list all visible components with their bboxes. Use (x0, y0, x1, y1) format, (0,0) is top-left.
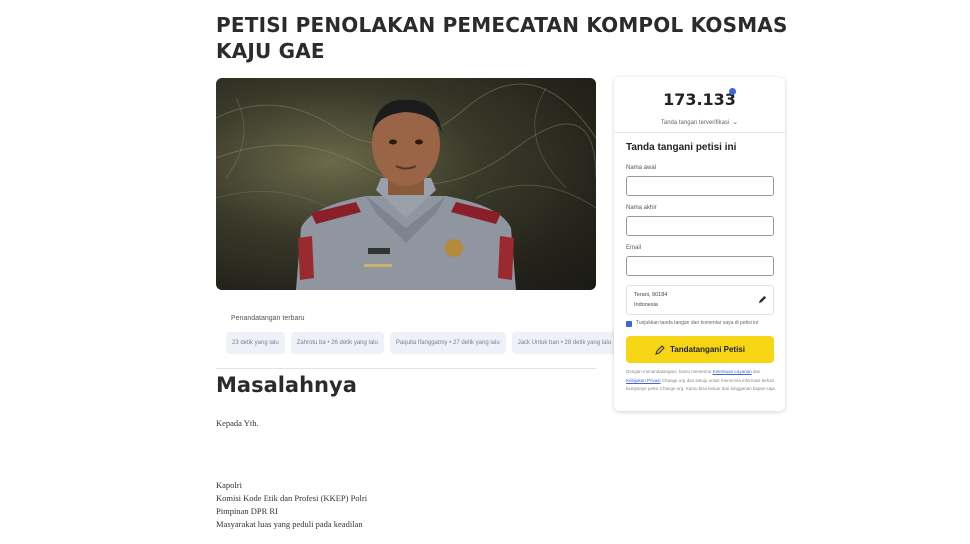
last-name-field[interactable] (626, 216, 774, 236)
sign-petition-button[interactable]: Tandatangani Petisi (626, 336, 774, 363)
pencil-icon[interactable] (758, 295, 767, 304)
signature-pen-icon (655, 344, 665, 355)
first-name-label: Nama awal (626, 165, 657, 171)
chevron-down-icon: ⌄ (732, 119, 739, 126)
verified-signatures-toggle[interactable]: Tanda tangan terverifikasi ⌄ (614, 118, 785, 126)
location-postal: Terarii, 90184 (634, 292, 668, 298)
recipient-line: Komisi Kode Etik dan Profesi (KKEP) Polr… (216, 493, 368, 503)
officer-portrait (216, 83, 596, 290)
recent-signers-list: 23 detik yang lalu Zahrotu ba • 26 detik… (226, 332, 618, 354)
petition-title: PETISI PENOLAKAN PEMECATAN KOMPOL KOSMAS… (216, 13, 788, 63)
show-signature-label: Tunjukkan tanda tangan dan komentar saya… (636, 320, 759, 326)
first-name-field[interactable] (626, 176, 774, 196)
fineprint-text: dan (752, 369, 761, 374)
privacy-link[interactable]: Kebijakan Privasi (626, 378, 661, 383)
signature-count: 173.133 (663, 90, 736, 109)
verified-signatures-label: Tanda tangan terverifikasi (660, 120, 730, 126)
verified-icon (729, 88, 736, 95)
location-country: Indonesia (634, 302, 658, 308)
email-label: Email (626, 245, 642, 251)
recent-signer-chip: Jack Untuk ban • 28 detik yang lalu (511, 332, 618, 354)
location-field[interactable]: Terarii, 90184 Indonesia (626, 285, 774, 315)
recent-signer-chip: Zahrotu ba • 26 detik yang lalu (290, 332, 384, 354)
recipient-line: Kapolri (216, 480, 242, 490)
recipient-line: Pimpinan DPR RI (216, 506, 278, 516)
sign-heading: Tanda tangani petisi ini (626, 142, 737, 153)
email-field[interactable] (626, 256, 774, 276)
show-signature-checkbox[interactable] (626, 321, 632, 327)
terms-link[interactable]: Ketentuan Layanan (713, 369, 752, 374)
recent-signer-chip: 23 detik yang lalu (226, 332, 285, 354)
letter-greeting: Kepada Yth. (216, 418, 259, 428)
recipient-line: Masyarakat luas yang peduli pada keadila… (216, 519, 363, 529)
terms-fineprint: Dengan menandatangani, kamu menerima Ket… (626, 368, 776, 394)
section-title: Masalahnya (216, 373, 357, 397)
sign-petition-label: Tandatangani Petisi (670, 345, 745, 354)
petition-photo (216, 78, 596, 290)
recent-signers-label: Penandatangan terbaru (231, 315, 305, 322)
last-name-label: Nama akhir (626, 205, 657, 211)
card-divider (614, 132, 785, 133)
recent-signer-chip: Paquita Ifanggatmy • 27 detik yang lalu (389, 332, 506, 354)
sign-petition-card: 173.133 Tanda tangan terverifikasi ⌄ Tand… (614, 77, 785, 411)
fineprint-text: Dengan menandatangani, kamu menerima (626, 369, 712, 374)
section-divider (216, 368, 596, 369)
